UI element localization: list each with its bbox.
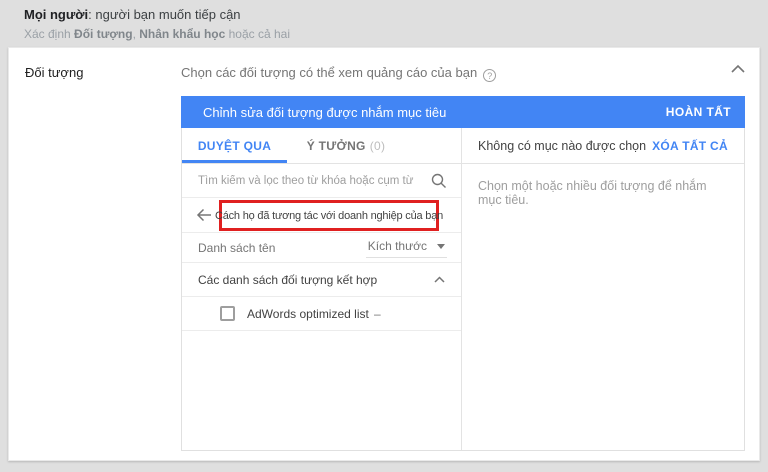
tab-browse[interactable]: DUYỆT QUA (182, 128, 287, 163)
card-row-label: Đối tượng (25, 65, 84, 80)
browse-panel: DUYỆT QUA Ý TƯỞNG (0) Tìm kiếm và lọc th… (182, 128, 462, 450)
clear-all-button[interactable]: XÓA TẤT CẢ (652, 139, 728, 153)
search-input[interactable] (198, 174, 431, 187)
selection-empty-message: Chọn một hoặc nhiều đối tượng để nhắm mụ… (478, 179, 707, 207)
step-subtitle-prefix: Xác định (24, 27, 75, 41)
section-title: Các danh sách đối tượng kết hợp (198, 272, 378, 287)
selection-panel: Không có mục nào được chọn XÓA TẤT CẢ Ch… (462, 128, 744, 450)
search-row (182, 164, 461, 198)
list-item: AdWords optimized list – (182, 297, 461, 331)
card-row-title-text: Chọn các đối tượng có thể xem quảng cáo … (181, 65, 478, 80)
tab-ideas[interactable]: Ý TƯỞNG (0) (287, 128, 405, 163)
card-row-title: Chọn các đối tượng có thể xem quảng cáo … (181, 65, 497, 82)
done-button[interactable]: HOÀN TẤT (666, 105, 731, 119)
step-subtitle-suffix: hoặc cả hai (225, 27, 290, 41)
list-item-label[interactable]: AdWords optimized list (247, 307, 369, 321)
breadcrumb-row: Cách họ đã tương tác với doanh nghiệp củ… (182, 198, 461, 233)
tab-ideas-count: (0) (369, 138, 386, 153)
tab-browse-label: DUYỆT QUA (197, 138, 272, 153)
step-subtitle: Xác định Đối tượng, Nhân khẩu học hoặc c… (24, 27, 290, 41)
card-main: Chọn các đối tượng có thể xem quảng cáo … (181, 48, 745, 460)
selection-header: Không có mục nào được chọn XÓA TẤT CẢ (462, 128, 744, 164)
search-icon[interactable] (431, 173, 447, 189)
step-title: Mọi người: người bạn muốn tiếp cận (24, 7, 290, 22)
step-subtitle-bold1: Đối tượng (74, 27, 133, 41)
active-tab-indicator (182, 160, 287, 163)
screen: Mọi người: người bạn muốn tiếp cận Xác đ… (0, 0, 768, 472)
list-item-size: – (374, 307, 381, 321)
editor-title: Chỉnh sửa đối tượng được nhắm mục tiêu (203, 104, 447, 120)
highlight-box: Cách họ đã tương tác với doanh nghiệp củ… (215, 200, 443, 231)
checkbox[interactable] (220, 306, 235, 321)
step-title-bold: Mọi người (24, 7, 89, 22)
help-icon[interactable]: ? (483, 69, 497, 82)
caret-down-icon (437, 243, 445, 249)
sort-dropdown[interactable]: Kích thước (365, 237, 447, 258)
list-header-row: Danh sách tên Kích thước (182, 233, 461, 263)
chevron-up-icon[interactable] (731, 64, 745, 73)
section-combined-lists[interactable]: Các danh sách đối tượng kết hợp (182, 263, 461, 297)
audience-card: Đối tượng Chọn các đối tượng có thể xem … (8, 47, 760, 461)
chevron-up-icon[interactable] (434, 276, 445, 283)
sort-label: Kích thước (367, 239, 427, 253)
tab-ideas-label: Ý TƯỞNG (306, 138, 366, 153)
list-header-label: Danh sách tên (198, 240, 276, 255)
selection-status: Không có mục nào được chọn (478, 138, 647, 153)
arrow-left-icon[interactable] (196, 207, 213, 223)
breadcrumb-label[interactable]: Cách họ đã tương tác với doanh nghiệp củ… (215, 210, 443, 222)
tab-bar: DUYỆT QUA Ý TƯỞNG (0) (182, 128, 461, 164)
editor-header: Chỉnh sửa đối tượng được nhắm mục tiêu H… (181, 96, 745, 128)
step-subtitle-bold2: Nhân khẩu học (139, 27, 226, 41)
audience-picker: DUYỆT QUA Ý TƯỞNG (0) Tìm kiếm và lọc th… (181, 128, 745, 451)
step-header: Mọi người: người bạn muốn tiếp cận Xác đ… (24, 7, 290, 41)
step-title-rest: : người bạn muốn tiếp cận (88, 7, 241, 22)
